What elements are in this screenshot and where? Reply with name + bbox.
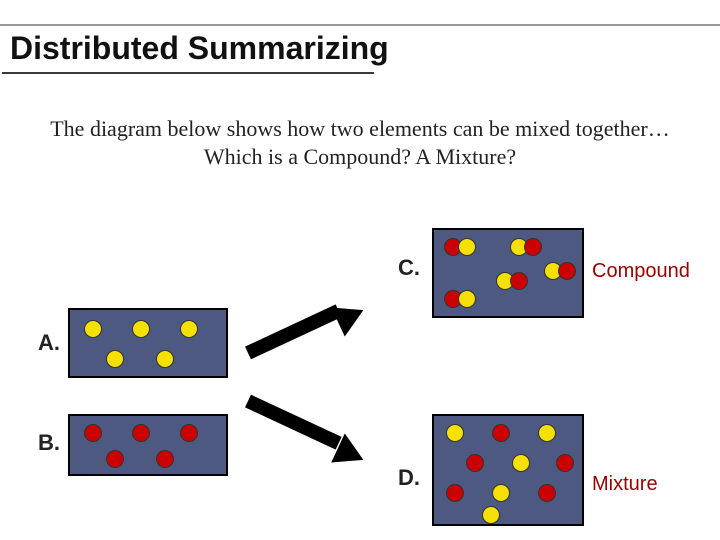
atom-yellow <box>482 506 500 524</box>
answer-compound: Compound <box>592 260 690 283</box>
box-c <box>432 228 584 318</box>
box-a <box>68 308 228 378</box>
box-b <box>68 414 228 476</box>
atom-yellow <box>180 320 198 338</box>
atom-red <box>510 272 528 290</box>
atom-red <box>538 484 556 502</box>
box-d <box>432 414 584 526</box>
title-underline <box>2 72 374 74</box>
atom-red <box>132 424 150 442</box>
atom-yellow <box>538 424 556 442</box>
atom-red <box>524 238 542 256</box>
atom-yellow <box>446 424 464 442</box>
label-a: A. <box>38 330 60 356</box>
atom-yellow <box>512 454 530 472</box>
atom-red <box>446 484 464 502</box>
page-title: Distributed Summarizing <box>6 30 393 67</box>
atom-red <box>84 424 102 442</box>
question-text: The diagram below shows how two elements… <box>0 115 720 170</box>
atom-yellow <box>106 350 124 368</box>
atom-red <box>558 262 576 280</box>
answer-mixture: Mixture <box>592 473 658 496</box>
label-b: B. <box>38 430 60 456</box>
arrow-to-d <box>245 395 342 450</box>
label-d: D. <box>398 465 420 491</box>
atom-red <box>106 450 124 468</box>
atom-red <box>466 454 484 472</box>
top-rule <box>0 24 720 26</box>
atom-yellow <box>458 238 476 256</box>
atom-red <box>180 424 198 442</box>
atom-red <box>156 450 174 468</box>
atom-yellow <box>156 350 174 368</box>
atom-yellow <box>84 320 102 338</box>
atom-red <box>556 454 574 472</box>
atom-yellow <box>132 320 150 338</box>
label-c: C. <box>398 255 420 281</box>
atom-yellow <box>492 484 510 502</box>
arrow-head-icon <box>331 296 370 337</box>
atom-yellow <box>458 290 476 308</box>
arrow-to-c <box>245 304 342 359</box>
atom-red <box>492 424 510 442</box>
